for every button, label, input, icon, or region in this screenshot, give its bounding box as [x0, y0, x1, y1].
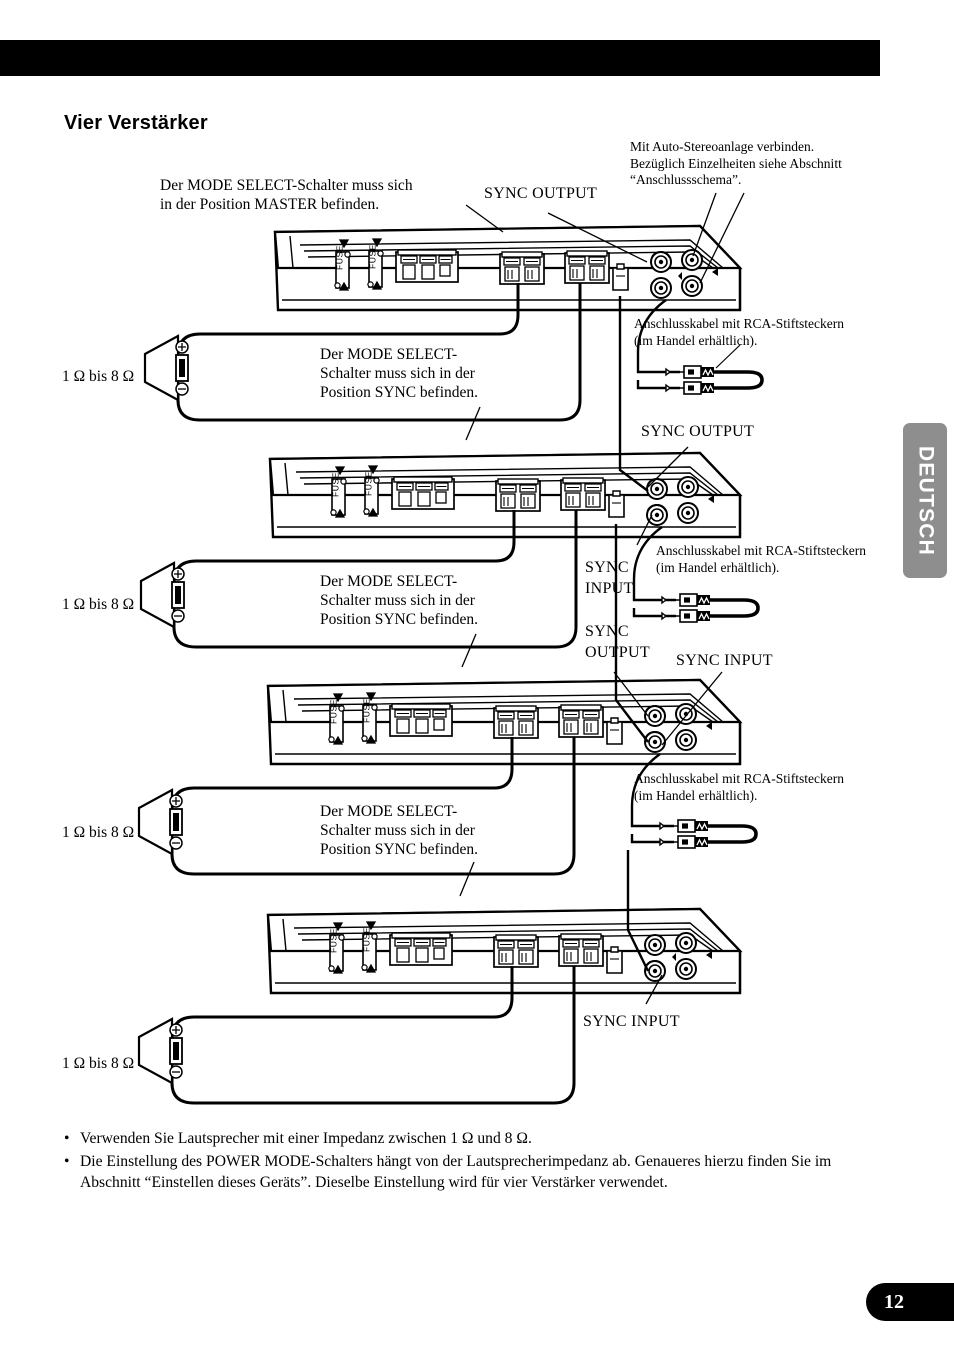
fuse-label: FUSE [362, 698, 372, 723]
rca-jack-upper-left [644, 934, 666, 956]
power-terminal-block [389, 932, 453, 966]
amplifier-unit-3: FUSE FUSE [266, 678, 743, 766]
amplifier-unit-4: FUSE FUSE [266, 907, 743, 995]
speaker-terminal-block-left [495, 478, 541, 512]
fuse-label: FUSE [362, 927, 372, 952]
sync-output-jack [650, 250, 672, 273]
speaker-symbol-4 [137, 1017, 183, 1085]
rca-jack-upper-right [681, 249, 703, 271]
rca-jack-lower-right [675, 729, 697, 751]
fuse-label: FUSE [331, 472, 341, 497]
speaker-terminal-block-right [560, 477, 606, 511]
speaker-symbol-3 [137, 788, 183, 856]
rca-jack-lower-left [650, 277, 672, 299]
fuse-label: FUSE [364, 471, 374, 496]
power-terminal-block [391, 476, 455, 510]
rca-cable-3 [630, 753, 758, 849]
speaker-terminal-block-right [564, 250, 610, 284]
modular-jack [606, 717, 623, 745]
fuse-label: FUSE [368, 244, 378, 269]
rca-jack-lower-right [681, 275, 703, 297]
rca-jack-lower-right [675, 958, 697, 980]
wiring-diagram: FUSE FUSE FUSE FUSE FUSE FUSE FUSE FUSE [137, 192, 764, 1105]
speaker-terminal-block-left [499, 251, 545, 285]
rca-jack-upper-right [677, 476, 699, 498]
modular-jack [606, 946, 623, 974]
rca-cable-1 [636, 299, 764, 395]
speaker-terminal-block-left [493, 934, 539, 968]
fuse-label: FUSE [329, 928, 339, 953]
rca-jack-lower-right [677, 502, 699, 524]
speaker-symbol-1 [143, 334, 189, 402]
amplifier-unit-1: FUSE FUSE [273, 224, 743, 312]
rca-cable-2 [632, 526, 760, 623]
speaker-symbol-2 [139, 561, 185, 629]
speaker-terminal-block-left [493, 705, 539, 739]
fuse-label: FUSE [329, 699, 339, 724]
rca-jack-upper-right [675, 932, 697, 954]
modular-jack [612, 263, 629, 291]
power-terminal-block [389, 703, 453, 737]
power-terminal-block [395, 249, 459, 283]
speaker-terminal-block-right [558, 704, 604, 738]
modular-jack [608, 490, 625, 518]
sync-output-jack [646, 477, 668, 500]
speaker-terminal-block-right [558, 933, 604, 967]
fuse-label: FUSE [335, 245, 345, 270]
sync-input-jack [646, 503, 668, 526]
